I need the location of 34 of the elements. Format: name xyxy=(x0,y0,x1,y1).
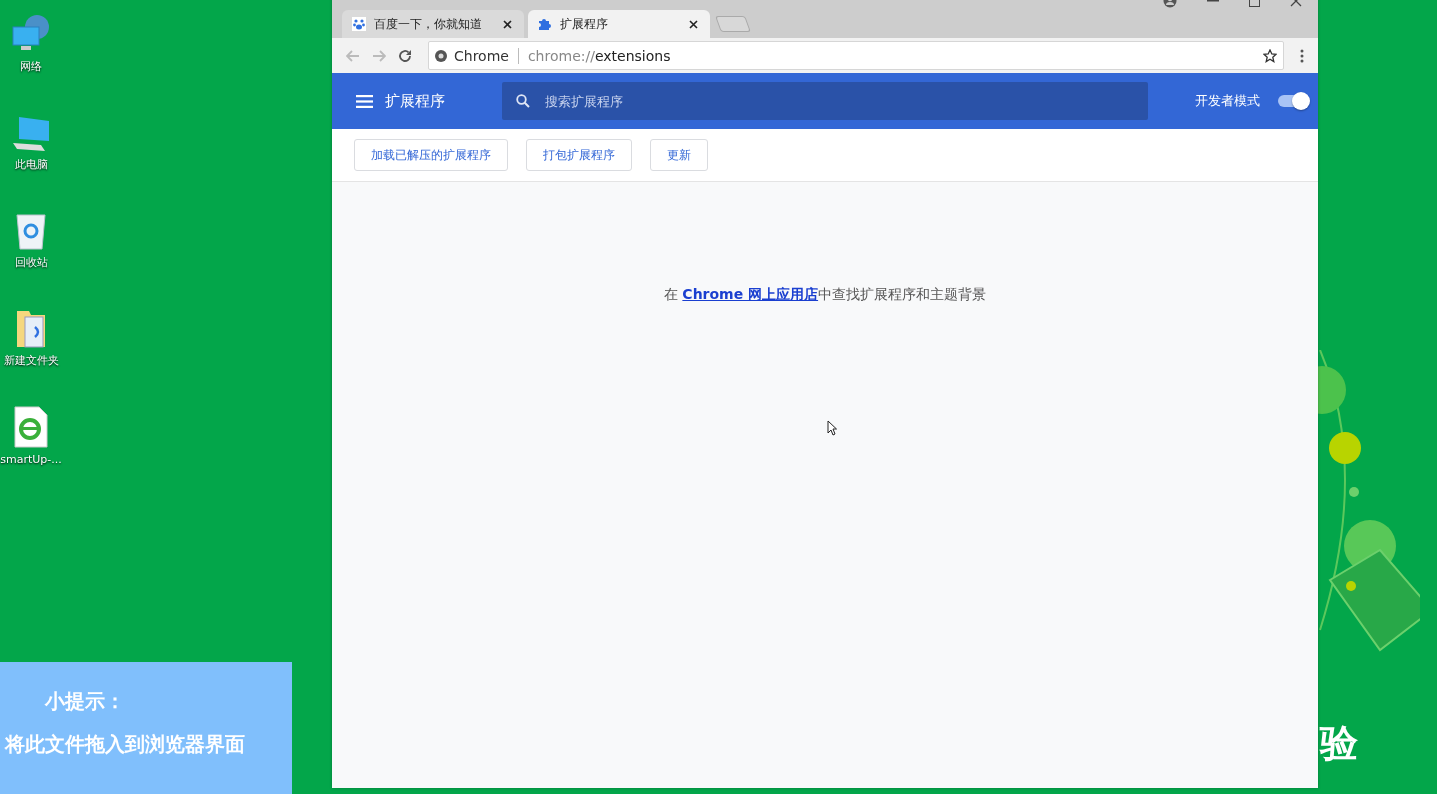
desktop-icon-label[interactable]: smartUp-... xyxy=(0,453,62,466)
action-button[interactable]: 更新 xyxy=(650,139,708,171)
search-field[interactable]: 搜索扩展程序 xyxy=(502,82,1148,120)
browser-tab[interactable]: 扩展程序 xyxy=(528,10,710,38)
more-icon[interactable] xyxy=(1300,48,1304,63)
action-button[interactable]: 加载已解压的扩展程序 xyxy=(354,139,508,171)
web-store-link[interactable]: Chrome 网上应用店 xyxy=(682,286,819,302)
address-bar[interactable]: Chrome chrome://extensions xyxy=(428,41,1284,70)
star-icon[interactable] xyxy=(1263,48,1277,63)
search-icon xyxy=(516,94,530,108)
url-text: chrome://extensions xyxy=(527,47,672,64)
desktop-icon-label[interactable]: 回收站 xyxy=(14,255,48,270)
origin-label: Chrome xyxy=(454,47,509,64)
close-icon[interactable] xyxy=(503,19,512,29)
desktop-icon-label[interactable]: 此电脑 xyxy=(14,157,48,172)
puzzle-icon xyxy=(538,17,552,31)
tip-text: 将此文件拖入到浏览器界面 xyxy=(5,731,245,758)
developer-mode-toggle[interactable] xyxy=(1278,95,1308,107)
desktop-icon-label[interactable]: 网络 xyxy=(20,59,42,74)
action-button[interactable]: 打包扩展程序 xyxy=(526,139,632,171)
menu-icon[interactable] xyxy=(356,94,373,108)
desktop-icon-label[interactable]: 新建文件夹 xyxy=(3,353,59,368)
document-icon[interactable] xyxy=(13,405,49,449)
close-icon[interactable] xyxy=(689,19,698,29)
web-store-message: 在 Chrome 网上应用店中查找扩展程序和主题背景 xyxy=(663,286,987,304)
tip-title: 小提示： xyxy=(45,688,125,715)
wallpaper-text: 验 xyxy=(1320,720,1358,767)
paw-icon xyxy=(352,17,366,31)
page-title: 扩展程序 xyxy=(385,91,445,111)
reload-icon[interactable] xyxy=(398,48,412,63)
mouse-pointer-icon xyxy=(827,420,837,436)
browser-tab[interactable]: 百度一下，你就知道 xyxy=(342,10,524,38)
minimize-icon[interactable] xyxy=(1207,0,1219,2)
developer-mode-label: 开发者模式 xyxy=(1195,92,1260,110)
